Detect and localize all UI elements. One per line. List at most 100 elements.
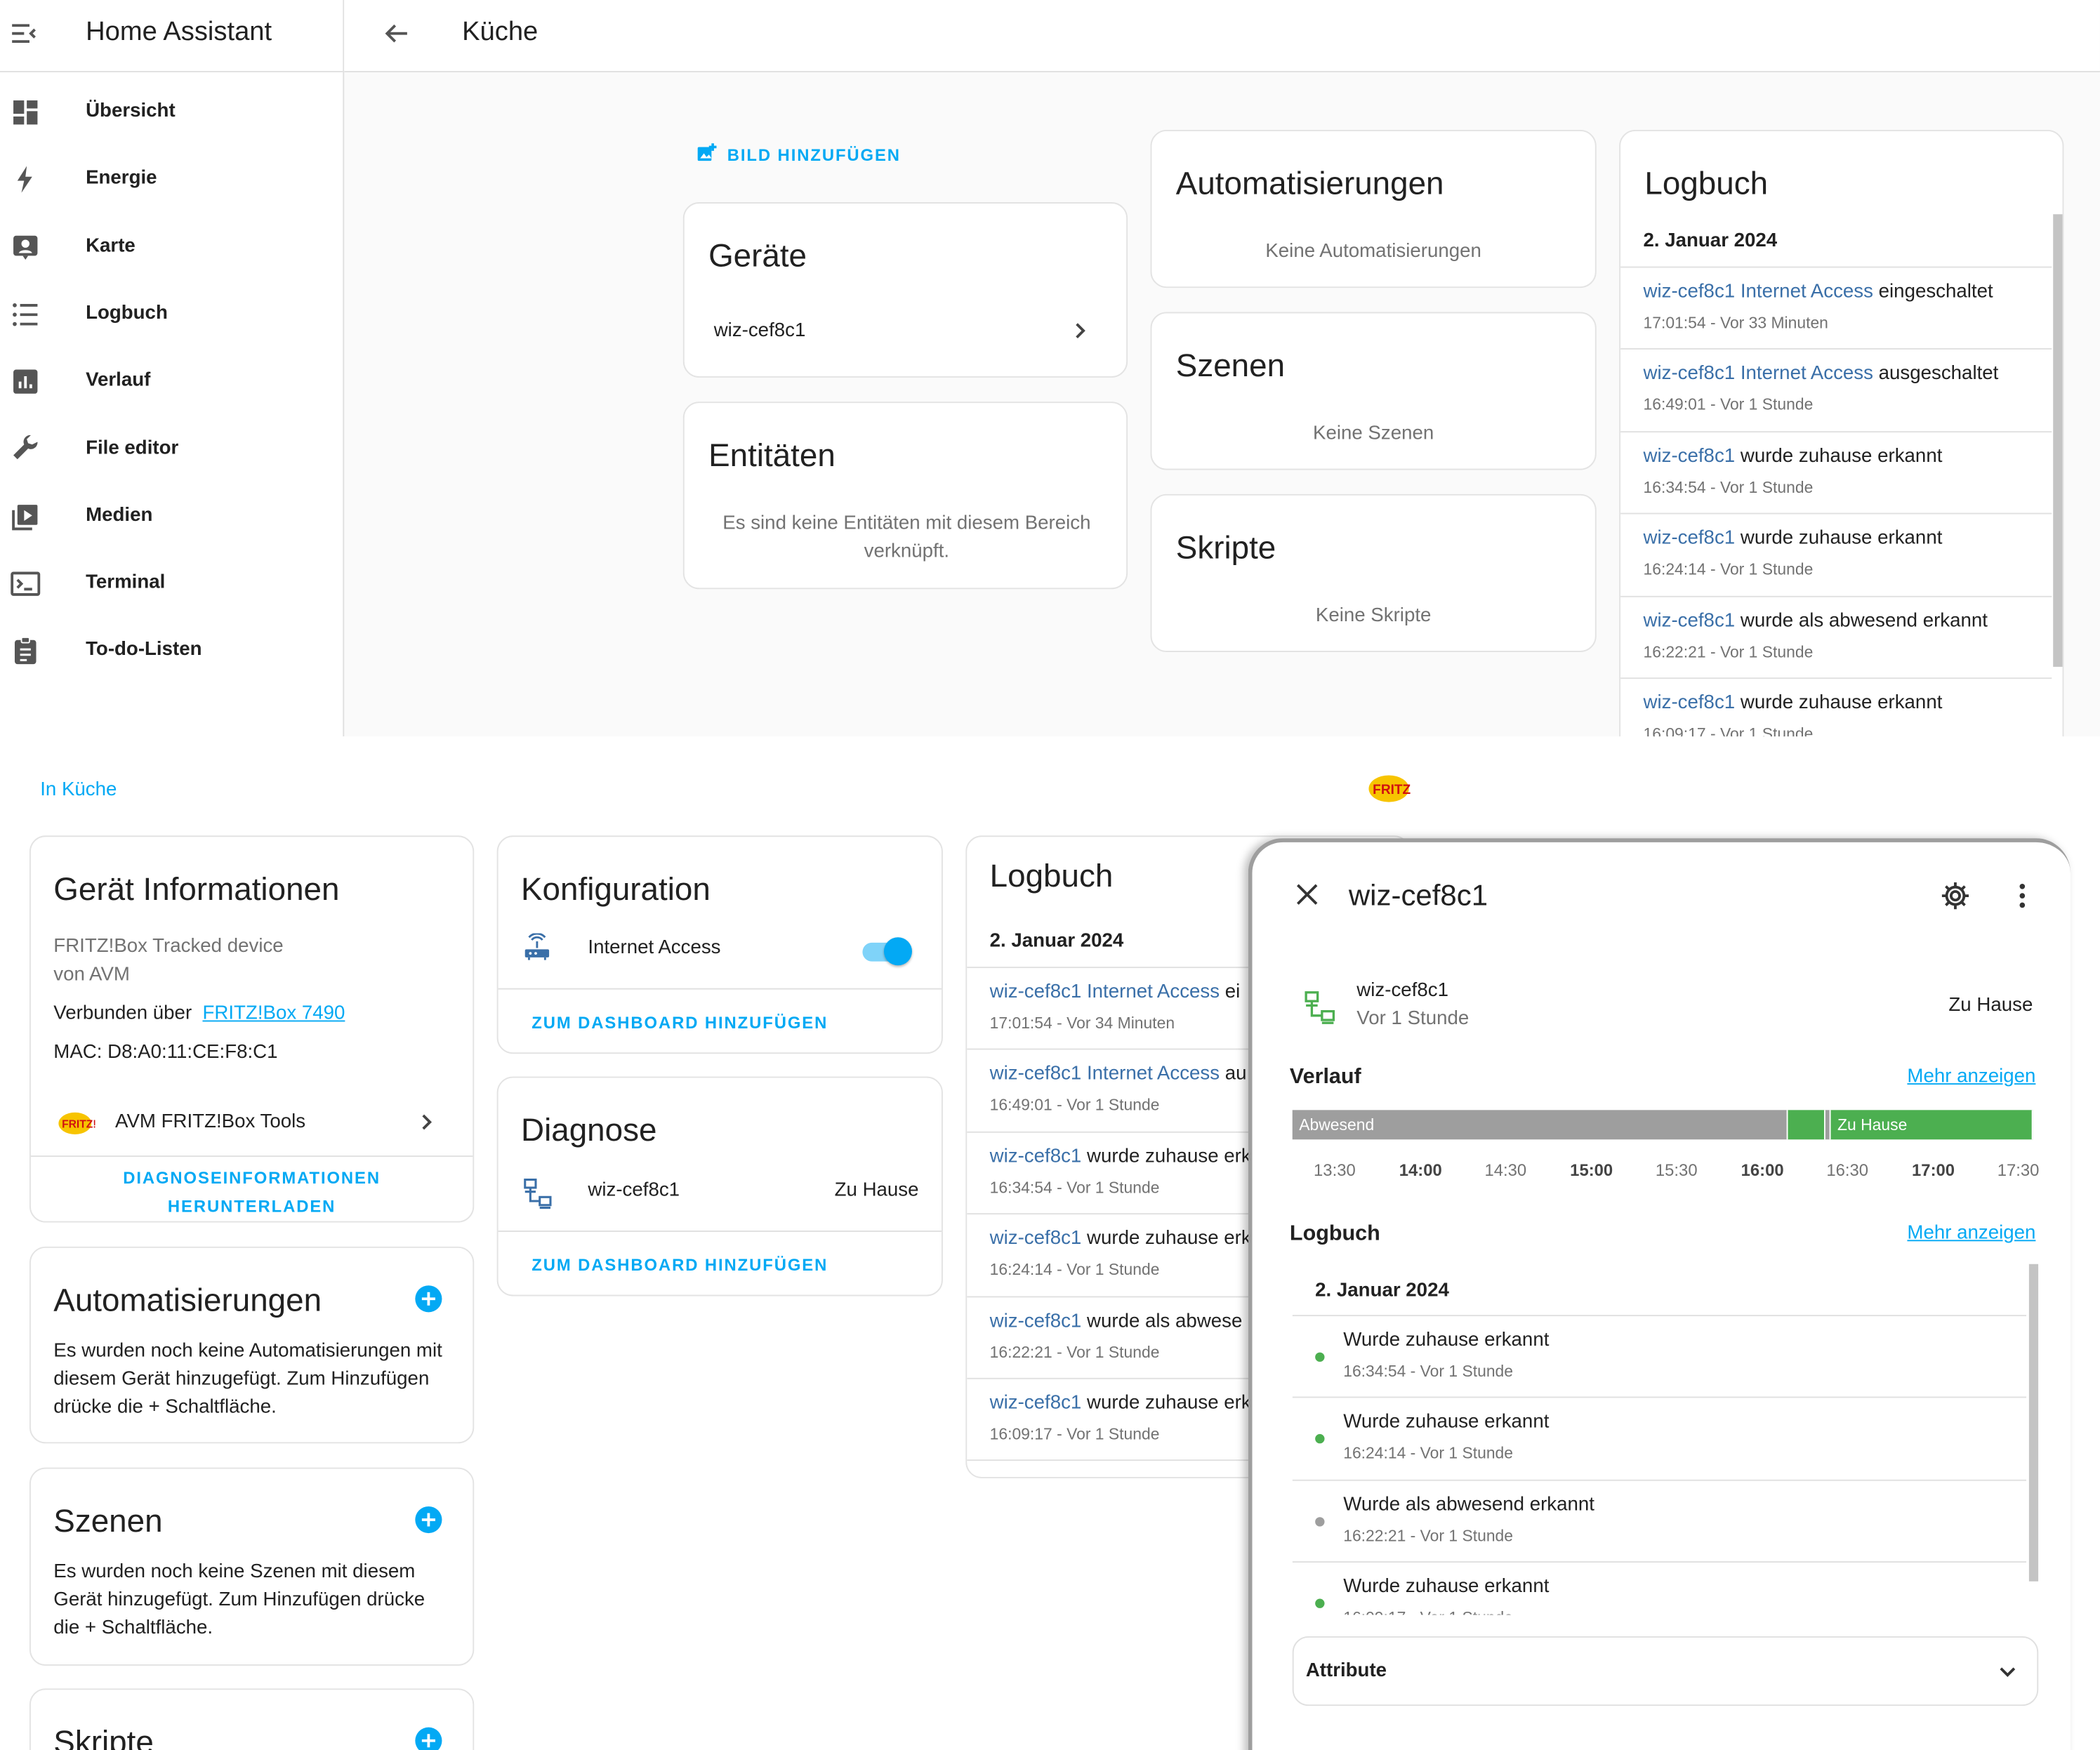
logbook-message: wurde zuhause erkannt: [1740, 692, 1943, 714]
internet-access-toggle[interactable]: [860, 937, 913, 966]
logbook-entity-link[interactable]: wiz-cef8c1 Internet Access: [1644, 281, 1873, 303]
sidebar-item-übersicht[interactable]: Übersicht: [0, 79, 343, 146]
add-image-button[interactable]: BILD HINZUFÜGEN: [694, 140, 908, 170]
area-logbook-title: Logbuch: [1644, 166, 1769, 203]
sidebar-item-label: Übersicht: [86, 100, 176, 122]
dialog-entity-state: Zu Hause: [1948, 995, 2033, 1016]
dialog-title: wiz-cef8c1: [1348, 878, 1488, 913]
logbook-message: Wurde zuhause erkannt: [1343, 1330, 1550, 1351]
diagnose-add-dashboard-button[interactable]: ZUM DASHBOARD HINZUFÜGEN: [531, 1256, 828, 1275]
back-arrow-icon[interactable]: [381, 18, 413, 50]
logbook-entity-link[interactable]: wiz-cef8c1: [1644, 446, 1736, 468]
area-scenes-title: Szenen: [1175, 347, 1286, 385]
timeline-segment[interactable]: Abwesend: [1292, 1110, 1788, 1140]
breadcrumb[interactable]: In Küche: [40, 779, 117, 801]
scrollbar[interactable]: [2053, 214, 2063, 667]
device-scenes-card: Szenen Es wurden noch keine Szenen mit d…: [29, 1467, 475, 1666]
timeline-segment-label: Abwesend: [1299, 1115, 1375, 1134]
more-menu-button[interactable]: [2009, 880, 2035, 912]
sidebar-item-terminal[interactable]: Terminal: [0, 550, 343, 617]
logbook-entry[interactable]: Wurde als abwesend erkannt 16:22:21 - Vor…: [1292, 1480, 2027, 1563]
sidebar-item-label: To-do-Listen: [86, 639, 202, 661]
logbook-entry[interactable]: Wurde zuhause erkannt 16:24:14 - Vor 1 St…: [1292, 1398, 2027, 1481]
logbook-entry[interactable]: wiz-cef8c1 Internet Access eingeschaltet…: [1620, 268, 2052, 350]
download-diagnostics-button[interactable]: DIAGNOSEINFORMATIONEN HERUNTERLADEN: [31, 1165, 473, 1221]
config-add-dashboard-button[interactable]: ZUM DASHBOARD HINZUFÜGEN: [531, 1014, 828, 1033]
sidebar: Home Assistant Übersicht Energie Karte Logb…: [0, 0, 345, 737]
device-manufacturer: von AVM: [53, 964, 130, 986]
timeline-segment[interactable]: Zu Hause: [1830, 1110, 2033, 1140]
config-card: Konfiguration Internet Access ZUM DASHBO…: [496, 835, 943, 1054]
logbook-time: 17:01:54 - Vor 34 Minuten: [989, 1013, 1175, 1033]
logbook-entity-link[interactable]: wiz-cef8c1: [990, 1393, 1082, 1414]
device-row[interactable]: wiz-cef8c1: [685, 308, 1126, 357]
logbook-entity-link[interactable]: wiz-cef8c1 Internet Access: [990, 981, 1220, 1003]
logbook-entity-link[interactable]: wiz-cef8c1 Internet Access: [990, 1063, 1220, 1085]
timeline-tick-label: 14:00: [1399, 1160, 1442, 1180]
devices-title: Geräte: [708, 238, 807, 275]
app-title: Home Assistant: [86, 17, 272, 47]
sidebar-item-file-editor[interactable]: File editor: [0, 416, 343, 482]
diagnose-title: Diagnose: [521, 1113, 657, 1149]
sidebar-item-medien[interactable]: Medien: [0, 483, 343, 550]
timeline-tick-label: 15:30: [1655, 1160, 1698, 1180]
timeline-segment[interactable]: [1825, 1110, 1831, 1140]
timeline-tick-label: 17:00: [1912, 1160, 1955, 1180]
sidebar-item-karte[interactable]: Karte: [0, 213, 343, 280]
format-list-icon: [9, 298, 41, 331]
add-scene-button[interactable]: [414, 1505, 443, 1534]
logbook-entry[interactable]: wiz-cef8c1 wurde als abwesend erkannt 16:…: [1620, 597, 2052, 680]
logbook-entry[interactable]: wiz-cef8c1 wurde zuhause erkannt 16:34:54…: [1620, 432, 2052, 515]
close-button[interactable]: [1293, 880, 1322, 909]
timeline-tick-label: 16:30: [1826, 1160, 1869, 1180]
device-scenes-title: Szenen: [53, 1504, 163, 1540]
logbook-entry[interactable]: wiz-cef8c1 Internet Access ausgeschaltet…: [1620, 350, 2052, 432]
device-name: wiz-cef8c1: [713, 319, 806, 342]
integration-row[interactable]: FRITZ! AVM FRITZ!Box Tools: [31, 1095, 473, 1148]
device-via-link[interactable]: FRITZ!Box 7490: [202, 1003, 345, 1025]
logbook-entity-link[interactable]: wiz-cef8c1 Internet Access: [1644, 364, 1873, 385]
sidebar-item-energie[interactable]: Energie: [0, 146, 343, 213]
logbook-entry-text: wiz-cef8c1 wurde als abwese: [990, 1311, 1243, 1332]
timeline-segment[interactable]: [1788, 1110, 1825, 1140]
diagnose-entity-state: Zu Hause: [834, 1179, 919, 1202]
sidebar-item-label: File editor: [86, 437, 179, 459]
area-logbook-card: Logbuch 2. Januar 2024 wiz-cef8c1 Intern…: [1619, 130, 2064, 777]
attributes-label: Attribute: [1305, 1660, 1387, 1682]
logbook-entry[interactable]: Wurde zuhause erkannt 16:09:17 - Vor 1 St…: [1293, 1563, 2026, 1615]
sidebar-item-to-do-listen[interactable]: To-do-Listen: [0, 618, 343, 684]
router-wireless-icon: [524, 933, 550, 960]
settings-button[interactable]: [1939, 880, 1972, 912]
attributes-expander[interactable]: Attribute: [1292, 1636, 2039, 1706]
menu-icon[interactable]: [8, 18, 40, 50]
devices-card: Geräte wiz-cef8c1: [682, 202, 1128, 378]
logbook-show-more-link[interactable]: Mehr anzeigen: [1907, 1223, 2035, 1245]
area-automations-title: Automatisierungen: [1175, 166, 1444, 203]
more-info-dialog: wiz-cef8c1 wiz-cef8c1 Vor 1 Stunde Zu Ha…: [1248, 838, 2071, 1750]
device-automations-text: Es wurden noch keine Automatisierungen m…: [53, 1340, 442, 1419]
top-bar: Küche: [344, 0, 2100, 73]
logbook-entity-link[interactable]: wiz-cef8c1: [990, 1228, 1082, 1250]
logbook-entry[interactable]: Wurde zuhause erkannt 16:34:54 - Vor 1 St…: [1292, 1316, 2027, 1399]
scrollbar[interactable]: [2028, 1264, 2039, 1582]
logbook-entity-link[interactable]: wiz-cef8c1: [1644, 610, 1736, 632]
history-show-more-link[interactable]: Mehr anzeigen: [1907, 1066, 2035, 1087]
add-automation-button[interactable]: [414, 1284, 443, 1313]
logbook-entry[interactable]: wiz-cef8c1 wurde zuhause erkannt 16:24:14…: [1620, 515, 2052, 597]
device-scenes-text: Es wurden noch keine Szenen mit diesem G…: [53, 1561, 425, 1639]
config-title: Konfiguration: [521, 871, 711, 908]
history-timeline: Abwesend Zu Hause: [1292, 1110, 2033, 1140]
logbook-entity-link[interactable]: wiz-cef8c1: [1644, 528, 1736, 550]
logbook-entity-link[interactable]: wiz-cef8c1: [990, 1146, 1082, 1167]
logbook-entity-link[interactable]: wiz-cef8c1: [990, 1311, 1082, 1332]
dialog-logbook-list: Wurde zuhause erkannt 16:34:54 - Vor 1 St…: [1292, 1315, 2027, 1615]
sidebar-item-verlauf[interactable]: Verlauf: [0, 348, 343, 415]
add-script-button[interactable]: [414, 1726, 443, 1750]
logbook-entity-link[interactable]: wiz-cef8c1: [1644, 692, 1736, 714]
dialog-logbook-title: Logbuch: [1289, 1222, 1380, 1245]
sidebar-item-logbuch[interactable]: Logbuch: [0, 281, 343, 347]
logbook-time: 16:34:54 - Vor 1 Stunde: [989, 1178, 1160, 1197]
logbook-message: Wurde zuhause erkannt: [1343, 1412, 1550, 1433]
image-plus-icon: [697, 143, 717, 161]
device-scripts-card: Skripte: [29, 1688, 475, 1750]
